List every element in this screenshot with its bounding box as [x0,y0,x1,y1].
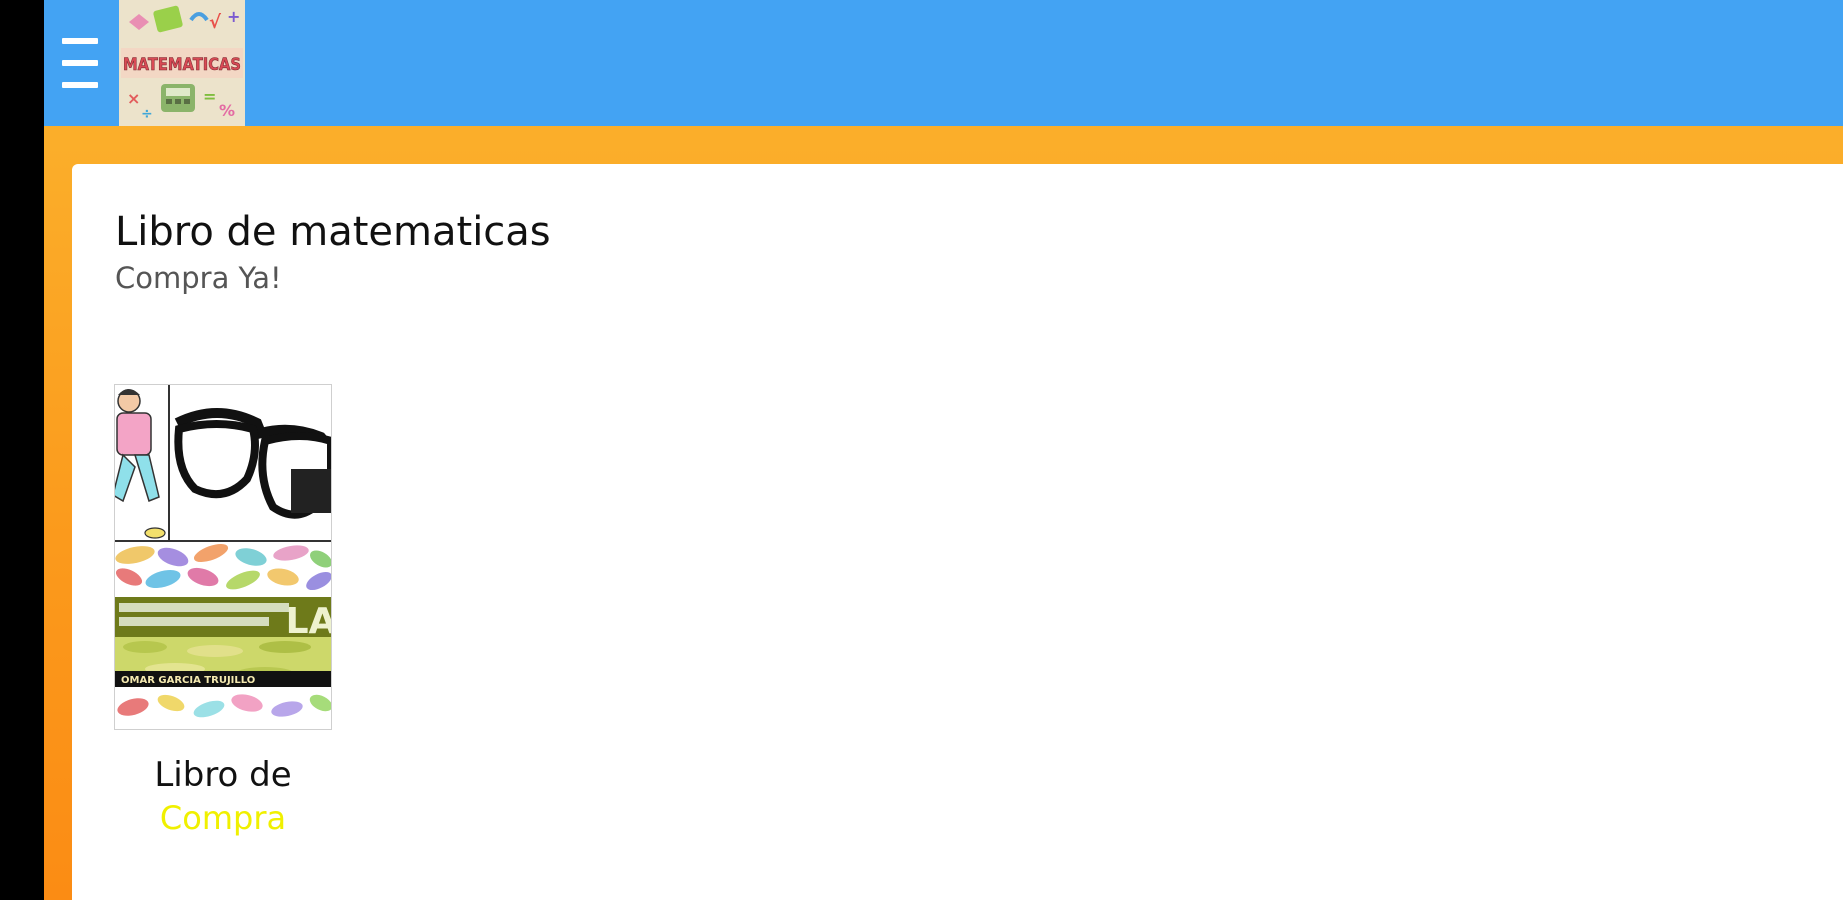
svg-text:×: × [127,89,140,108]
logo-text: MATEMATICAS [123,55,241,75]
svg-text:√: √ [209,12,222,33]
svg-text:LA: LA [286,601,331,642]
menu-line [62,82,98,88]
hamburger-menu-icon[interactable] [62,38,98,88]
page-subtitle: Compra Ya! [115,261,282,295]
book-cover-image[interactable]: LA OMAR GARCIA TRUJILLO [114,384,332,730]
matematicas-logo-image: √ + MATEMATICAS × ÷ = % [119,0,245,126]
top-app-bar: √ + MATEMATICAS × ÷ = % [44,0,1843,126]
svg-text:%: % [219,101,235,120]
menu-line [62,60,98,66]
svg-text:+: + [227,7,240,26]
page-title: Libro de matematicas [115,209,551,255]
app-logo[interactable]: √ + MATEMATICAS × ÷ = % [119,0,245,126]
content-card: Libro de matematicas Compra Ya! L OMAR G… [72,164,1843,900]
app-container: √ + MATEMATICAS × ÷ = % Libro de matemat… [44,0,1843,900]
svg-text:÷: ÷ [141,106,153,122]
buy-link[interactable]: Compra [114,798,332,838]
menu-line [62,38,98,44]
cover-author-text: OMAR GARCIA TRUJILLO [121,675,255,686]
book-cover-art: LA OMAR GARCIA TRUJILLO [115,385,331,729]
svg-text:=: = [203,87,216,106]
device-screen: √ + MATEMATICAS × ÷ = % Libro de matemat… [0,0,1843,900]
product-name[interactable]: Libro de [114,754,332,796]
